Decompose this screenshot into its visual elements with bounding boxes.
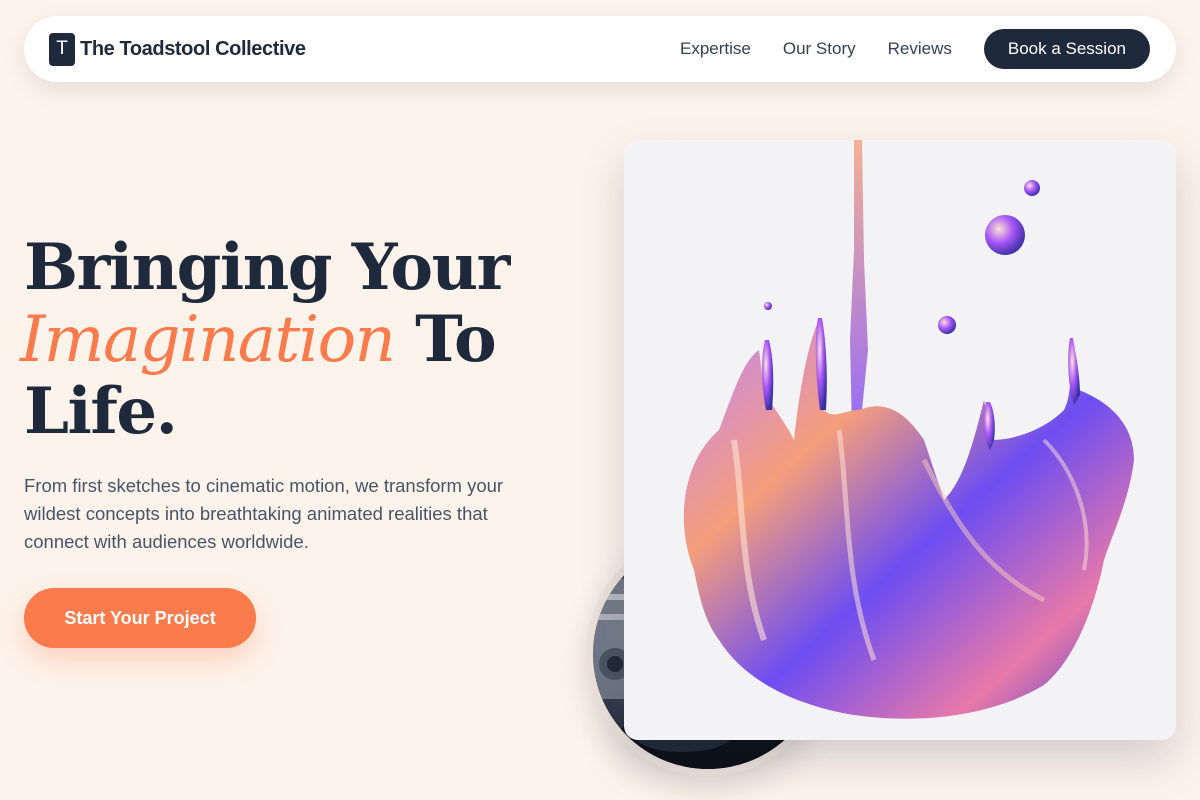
- nav-link-reviews[interactable]: Reviews: [888, 39, 952, 59]
- hero-title-accent: Imagination: [20, 303, 396, 377]
- hero-title-line2-rest: To: [394, 302, 496, 377]
- hero-title: Bringing Your Imagination To Life.: [20, 230, 564, 449]
- logo-mark: T: [49, 32, 75, 66]
- hero-title-line3: Life.: [24, 374, 178, 449]
- nav-link-our-story[interactable]: Our Story: [783, 39, 856, 59]
- start-project-button[interactable]: Start Your Project: [24, 588, 256, 648]
- hero-splash-image: [624, 140, 1176, 740]
- brand-logo[interactable]: T The Toadstool Collective: [49, 32, 306, 66]
- hero-title-line1: Bringing Your: [24, 230, 510, 305]
- nav-link-expertise[interactable]: Expertise: [680, 39, 751, 59]
- brand-name: The Toadstool Collective: [80, 37, 306, 60]
- hero-description: From first sketches to cinematic motion,…: [24, 475, 504, 552]
- book-session-button[interactable]: Book a Session: [983, 29, 1150, 69]
- main-nav: Expertise Our Story Reviews Book a Sessi…: [680, 29, 1150, 69]
- site-header: T The Toadstool Collective Expertise Our…: [24, 16, 1176, 82]
